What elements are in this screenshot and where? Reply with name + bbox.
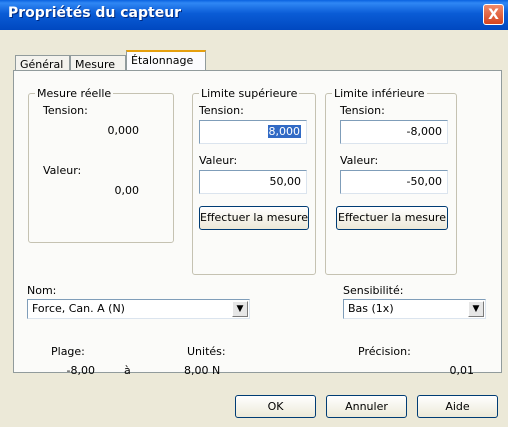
sensibilite-label: Sensibilité: <box>343 284 404 297</box>
chevron-down-icon[interactable]: ▼ <box>468 301 484 317</box>
limite-inf-tension-label: Tension: <box>340 104 385 117</box>
group-limite-inferieure-title: Limite inférieure <box>332 87 427 100</box>
group-mesure-reelle-title: Mesure réelle <box>35 87 114 100</box>
limite-inf-measure-button[interactable]: Effectuer la mesure <box>336 206 448 230</box>
nom-label: Nom: <box>27 284 57 297</box>
limite-sup-valeur-input[interactable]: 50,00 <box>199 170 307 194</box>
group-mesure-reelle: Mesure réelle Tension: 0,000 Valeur: 0,0… <box>28 87 174 243</box>
plage-max-value: 8,00 N <box>184 364 221 377</box>
title-bar[interactable]: Propriétés du capteur X <box>0 0 508 30</box>
plage-label: Plage: <box>51 345 85 358</box>
tab-etalonnage-label: Étalonnage <box>131 54 194 67</box>
close-button[interactable]: X <box>483 4 504 25</box>
ok-button[interactable]: OK <box>235 395 316 418</box>
dialog-client: Général Mesure Étalonnage Mesure réelle … <box>4 30 504 423</box>
limite-inf-valeur-value: -50,00 <box>406 175 442 188</box>
mesure-reelle-valeur-label: Valeur: <box>43 164 82 177</box>
tab-etalonnage[interactable]: Étalonnage <box>126 50 206 72</box>
cancel-button[interactable]: Annuler <box>326 395 407 418</box>
precision-label: Précision: <box>358 345 411 358</box>
sensibilite-select-value: Bas (1x) <box>348 302 394 315</box>
chevron-down-icon[interactable]: ▼ <box>232 301 248 317</box>
limite-sup-measure-button-label: Effectuer la mesure <box>200 211 308 224</box>
plage-separator: à <box>124 364 131 377</box>
group-limite-inferieure: Limite inférieure Tension: -8,000 Valeur… <box>325 87 457 275</box>
tab-panel-etalonnage: Mesure réelle Tension: 0,000 Valeur: 0,0… <box>13 70 502 377</box>
nom-select[interactable]: Force, Can. A (N) ▼ <box>27 299 250 319</box>
limite-inf-measure-button-label: Effectuer la mesure <box>338 211 446 224</box>
mesure-reelle-tension-value: 0,000 <box>107 124 140 137</box>
limite-inf-tension-input[interactable]: -8,000 <box>340 120 448 144</box>
group-limite-superieure: Limite supérieure Tension: 8,000 Valeur:… <box>192 87 316 275</box>
ok-button-label: OK <box>267 400 284 413</box>
limite-sup-tension-label: Tension: <box>199 104 244 117</box>
plage-min-value: -8,00 <box>66 364 95 377</box>
help-button-label: Aide <box>445 400 470 413</box>
limite-sup-tension-input[interactable]: 8,000 <box>199 120 307 144</box>
mesure-reelle-valeur-value: 0,00 <box>114 184 140 197</box>
close-icon: X <box>488 7 499 23</box>
limite-inf-tension-value: -8,000 <box>406 125 442 138</box>
window-title: Propriétés du capteur <box>8 5 182 21</box>
cancel-button-label: Annuler <box>345 400 388 413</box>
group-limite-superieure-title: Limite supérieure <box>199 87 300 100</box>
help-button[interactable]: Aide <box>417 395 498 418</box>
nom-select-value: Force, Can. A (N) <box>32 302 125 315</box>
limite-inf-valeur-input[interactable]: -50,00 <box>340 170 448 194</box>
precision-value: 0,01 <box>449 364 475 377</box>
unites-label: Unités: <box>187 345 226 358</box>
limite-sup-valeur-label: Valeur: <box>199 154 238 167</box>
limite-sup-valeur-value: 50,00 <box>269 175 302 188</box>
limite-inf-valeur-label: Valeur: <box>340 154 379 167</box>
limite-sup-tension-value: 8,000 <box>267 125 301 138</box>
limite-sup-measure-button[interactable]: Effectuer la mesure <box>199 206 309 230</box>
sensibilite-select[interactable]: Bas (1x) ▼ <box>343 299 486 319</box>
dialog-window: Propriétés du capteur X Général Mesure É… <box>0 0 508 427</box>
mesure-reelle-tension-label: Tension: <box>43 104 88 117</box>
